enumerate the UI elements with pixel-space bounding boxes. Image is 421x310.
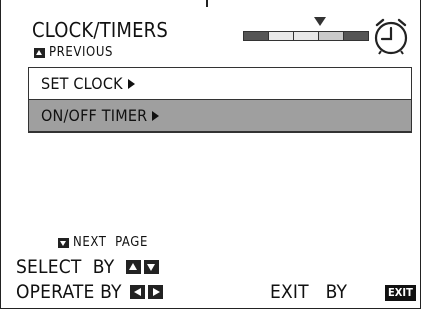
previous-label: PREVIOUS bbox=[49, 45, 114, 60]
page-indicator-segment bbox=[244, 32, 269, 40]
right-button-icon bbox=[147, 285, 163, 299]
submenu-arrow-icon bbox=[127, 78, 135, 89]
menu-item-label: SET CLOCK bbox=[41, 74, 123, 93]
current-page-marker-icon bbox=[314, 17, 326, 26]
operate-label: OPERATE BY bbox=[16, 281, 122, 303]
select-instructions: SELECT BY bbox=[16, 256, 160, 278]
previous-page-hint[interactable]: PREVIOUS bbox=[34, 45, 113, 60]
operate-instructions: OPERATE BY bbox=[16, 281, 163, 303]
top-notch bbox=[206, 0, 208, 7]
page-indicator-segment bbox=[269, 32, 294, 40]
menu-item-on-off-timer[interactable]: ON/OFF TIMER bbox=[28, 100, 412, 133]
down-button-icon bbox=[144, 260, 160, 274]
menu-item-set-clock[interactable]: SET CLOCK bbox=[28, 67, 412, 100]
alarm-clock-icon bbox=[374, 18, 408, 55]
up-button-icon bbox=[126, 260, 142, 274]
page-indicator-segment bbox=[344, 32, 368, 40]
exit-button-icon: EXIT bbox=[385, 285, 416, 301]
page-title: CLOCK/TIMERS bbox=[32, 18, 168, 42]
down-arrow-icon bbox=[58, 237, 69, 248]
select-label: SELECT BY bbox=[16, 256, 115, 278]
next-page-hint[interactable]: NEXT PAGE bbox=[58, 235, 148, 250]
exit-label: EXIT BY bbox=[270, 281, 348, 303]
exit-instructions: EXIT BY bbox=[270, 281, 347, 303]
left-button-icon bbox=[129, 285, 145, 299]
page-indicator-segment bbox=[319, 32, 344, 40]
page-indicator-segment bbox=[294, 32, 319, 40]
next-page-label: NEXT PAGE bbox=[73, 235, 148, 250]
menu-list: SET CLOCK ON/OFF TIMER bbox=[28, 67, 412, 133]
submenu-arrow-icon bbox=[152, 110, 160, 121]
up-arrow-icon bbox=[34, 47, 45, 58]
page-indicator bbox=[243, 31, 369, 41]
menu-item-label: ON/OFF TIMER bbox=[41, 106, 148, 125]
